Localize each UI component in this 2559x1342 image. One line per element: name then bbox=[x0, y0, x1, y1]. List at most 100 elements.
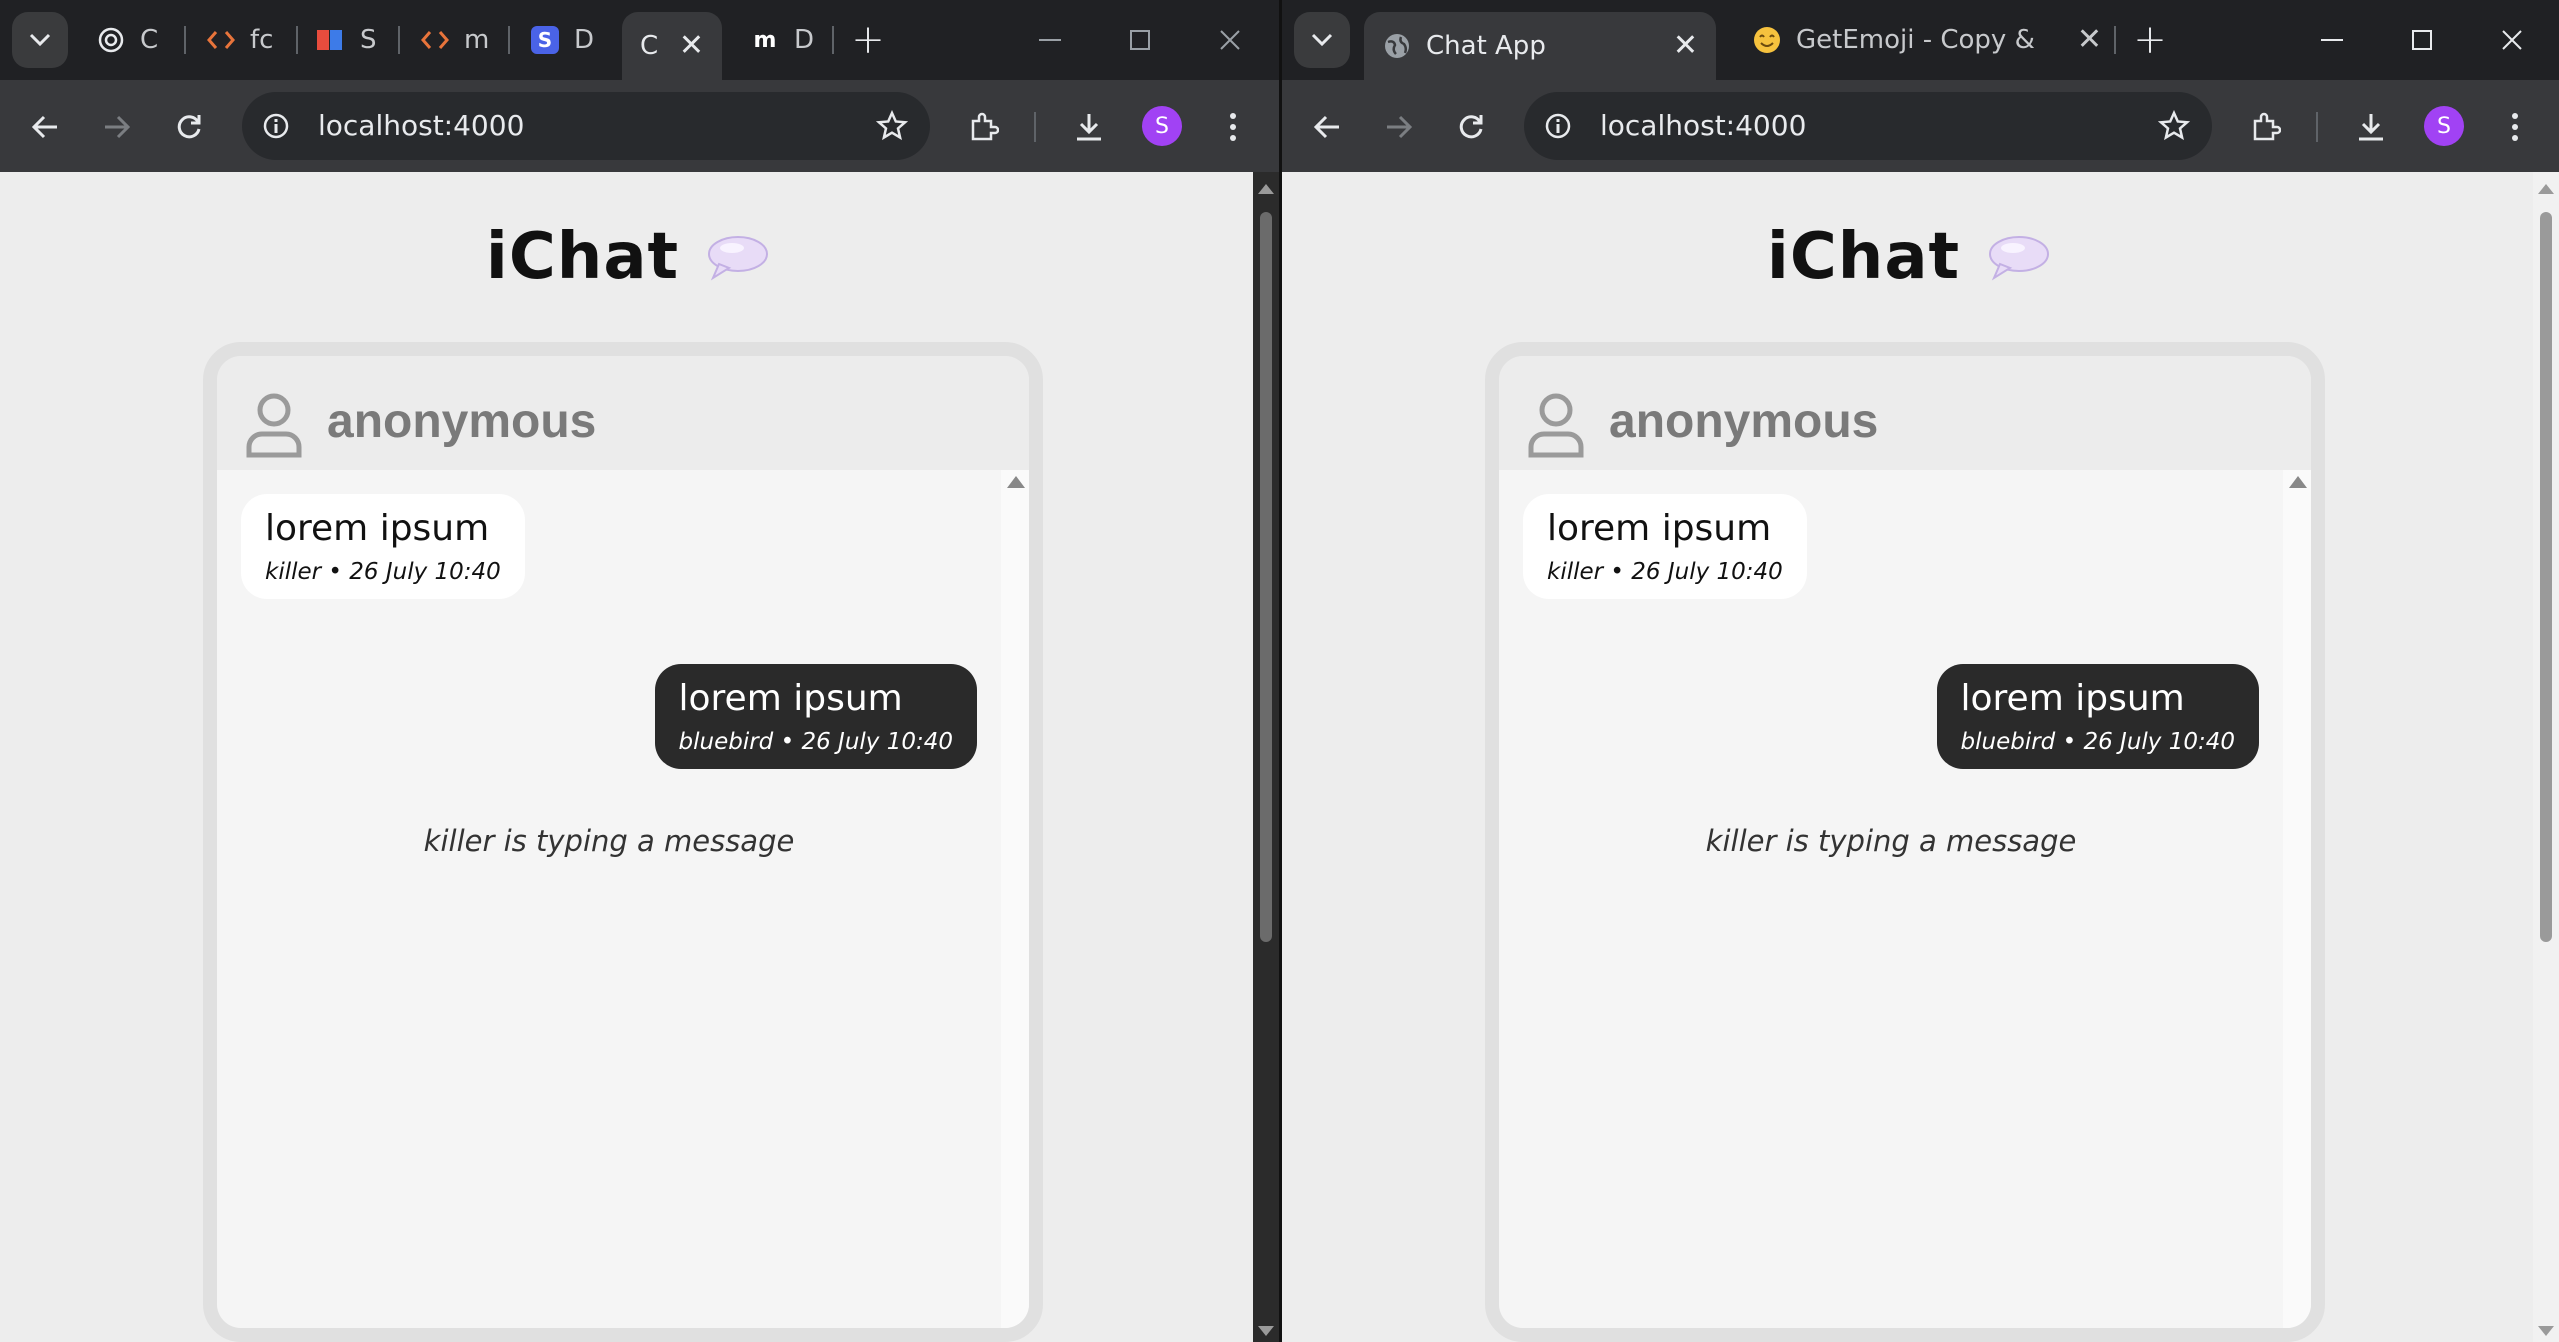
browser-window-right: Chat App ✕ GetEmoji - Copy & Pas ✕ + bbox=[1282, 0, 2559, 1342]
smiley-emoji-icon bbox=[1752, 25, 1782, 55]
message-text: lorem ipsum bbox=[265, 508, 490, 549]
extensions-button[interactable] bbox=[2240, 102, 2290, 152]
arrow-right-icon bbox=[105, 115, 131, 139]
tab-d[interactable]: S D bbox=[530, 14, 600, 66]
tab-s[interactable]: S bbox=[316, 14, 386, 66]
minimize-button[interactable] bbox=[1020, 14, 1080, 66]
scroll-down-arrow-icon[interactable] bbox=[2538, 1326, 2554, 1336]
tab-strip: Chat App ✕ GetEmoji - Copy & Pas ✕ + bbox=[1282, 0, 2559, 80]
close-tab-icon[interactable]: ✕ bbox=[1673, 31, 1698, 61]
tab-chatgpt[interactable]: C bbox=[96, 14, 166, 66]
forward-button[interactable] bbox=[92, 102, 142, 152]
minimize-button[interactable] bbox=[2302, 14, 2362, 66]
arrow-left-icon bbox=[1313, 115, 1339, 139]
menu-button[interactable] bbox=[2490, 102, 2540, 152]
app-header: iChat bbox=[1282, 220, 2533, 294]
url-text: localhost:4000 bbox=[1600, 109, 1807, 142]
tab-code-2[interactable]: m bbox=[420, 14, 490, 66]
chevron-down-icon bbox=[1311, 33, 1333, 47]
username-label: anonymous bbox=[327, 395, 597, 448]
forward-button[interactable] bbox=[1374, 102, 1424, 152]
scroll-up-arrow-icon[interactable] bbox=[1258, 184, 1274, 194]
tab-separator bbox=[398, 26, 400, 54]
page-scrollbar[interactable] bbox=[2533, 172, 2559, 1342]
tab-chat-app[interactable]: Chat App ✕ bbox=[1364, 12, 1716, 80]
new-tab-button[interactable]: + bbox=[2128, 17, 2172, 63]
tab-title: C bbox=[140, 25, 159, 55]
message-meta: bluebird • 26 July 10:40 bbox=[678, 729, 953, 755]
reload-button[interactable] bbox=[1446, 102, 1496, 152]
message-meta: killer • 26 July 10:40 bbox=[1547, 559, 1783, 585]
tab-getemoji[interactable]: GetEmoji - Copy & Pas ✕ bbox=[1752, 14, 2102, 66]
downloads-button[interactable] bbox=[2346, 102, 2396, 152]
user-icon bbox=[1527, 392, 1585, 462]
downloads-button[interactable] bbox=[1064, 102, 1114, 152]
message-meta: killer • 26 July 10:40 bbox=[265, 559, 501, 585]
scroll-up-arrow-icon[interactable] bbox=[1007, 476, 1025, 488]
toolbar-separator bbox=[1034, 112, 1036, 142]
tab-chat-active[interactable]: C ✕ bbox=[622, 12, 722, 80]
close-tab-icon[interactable]: ✕ bbox=[679, 31, 704, 61]
page-content: iChat anonymous lorem ipsum killer • 26 … bbox=[1282, 172, 2533, 1342]
code-icon bbox=[420, 25, 450, 55]
minimize-icon bbox=[1039, 39, 1061, 41]
menu-button[interactable] bbox=[1208, 102, 1258, 152]
site-info-icon[interactable] bbox=[256, 106, 296, 146]
tab-search-button[interactable] bbox=[12, 12, 68, 68]
message-scrollbar[interactable] bbox=[1001, 470, 1029, 1328]
brand-logo-icon bbox=[316, 25, 346, 55]
tab-m[interactable]: m D bbox=[750, 14, 820, 66]
message-list[interactable]: lorem ipsum killer • 26 July 10:40 lorem… bbox=[217, 470, 1029, 1328]
close-window-button[interactable] bbox=[1200, 14, 1260, 66]
chat-header: anonymous bbox=[217, 356, 1029, 470]
bookmark-star-icon[interactable] bbox=[872, 106, 912, 146]
toolbar-separator bbox=[2316, 112, 2318, 142]
message-scrollbar[interactable] bbox=[2283, 470, 2311, 1328]
reload-icon bbox=[1459, 115, 1483, 139]
username-label: anonymous bbox=[1609, 395, 1879, 448]
scroll-up-arrow-icon[interactable] bbox=[2538, 184, 2554, 194]
message-outgoing: lorem ipsum bluebird • 26 July 10:40 bbox=[1936, 664, 2259, 769]
kebab-menu-icon bbox=[2512, 113, 2518, 141]
extensions-button[interactable] bbox=[958, 102, 1008, 152]
reload-button[interactable] bbox=[164, 102, 214, 152]
maximize-button[interactable] bbox=[2392, 14, 2452, 66]
tab-separator bbox=[296, 26, 298, 54]
close-tab-icon[interactable]: ✕ bbox=[2077, 25, 2102, 55]
maximize-icon bbox=[2412, 30, 2432, 50]
message-list[interactable]: lorem ipsum killer • 26 July 10:40 lorem… bbox=[1499, 470, 2311, 1328]
message-text: lorem ipsum bbox=[1547, 508, 1772, 549]
bookmark-star-icon[interactable] bbox=[2154, 106, 2194, 146]
tab-title: m bbox=[464, 25, 490, 55]
globe-icon bbox=[1382, 31, 1412, 61]
scroll-up-arrow-icon[interactable] bbox=[2289, 476, 2307, 488]
chevron-down-icon bbox=[29, 33, 51, 47]
site-info-icon[interactable] bbox=[1538, 106, 1578, 146]
tab-code-1[interactable]: fc bbox=[206, 14, 276, 66]
new-tab-button[interactable]: + bbox=[846, 17, 890, 63]
page-scrollbar[interactable] bbox=[1253, 172, 1279, 1342]
scroll-thumb[interactable] bbox=[1260, 212, 1272, 942]
scroll-down-arrow-icon[interactable] bbox=[1258, 1326, 1274, 1336]
back-button[interactable] bbox=[1302, 102, 1352, 152]
browser-window-left: C fc S m S D C ✕ m D + localhost:4000 S … bbox=[0, 0, 1279, 1342]
scroll-thumb[interactable] bbox=[2540, 212, 2552, 942]
profile-avatar[interactable]: S bbox=[2424, 106, 2464, 146]
message-incoming: lorem ipsum killer • 26 July 10:40 bbox=[1523, 494, 1807, 599]
address-bar[interactable]: localhost:4000 bbox=[242, 92, 930, 160]
address-bar[interactable]: localhost:4000 bbox=[1524, 92, 2212, 160]
typing-indicator: killer is typing a message bbox=[1705, 824, 2077, 858]
profile-avatar[interactable]: S bbox=[1142, 106, 1182, 146]
tab-search-button[interactable] bbox=[1294, 12, 1350, 68]
back-button[interactable] bbox=[20, 102, 70, 152]
app-title: iChat bbox=[1766, 220, 1961, 294]
close-window-button[interactable] bbox=[2482, 14, 2542, 66]
maximize-icon bbox=[1130, 30, 1150, 50]
close-icon bbox=[1220, 30, 1240, 50]
browser-toolbar: localhost:4000 S bbox=[1282, 80, 2559, 172]
reload-icon bbox=[177, 115, 201, 139]
chat-container: anonymous lorem ipsum killer • 26 July 1… bbox=[203, 342, 1043, 1342]
maximize-button[interactable] bbox=[1110, 14, 1170, 66]
tab-title: GetEmoji - Copy & Pas bbox=[1796, 25, 2036, 55]
tab-separator bbox=[832, 26, 834, 54]
